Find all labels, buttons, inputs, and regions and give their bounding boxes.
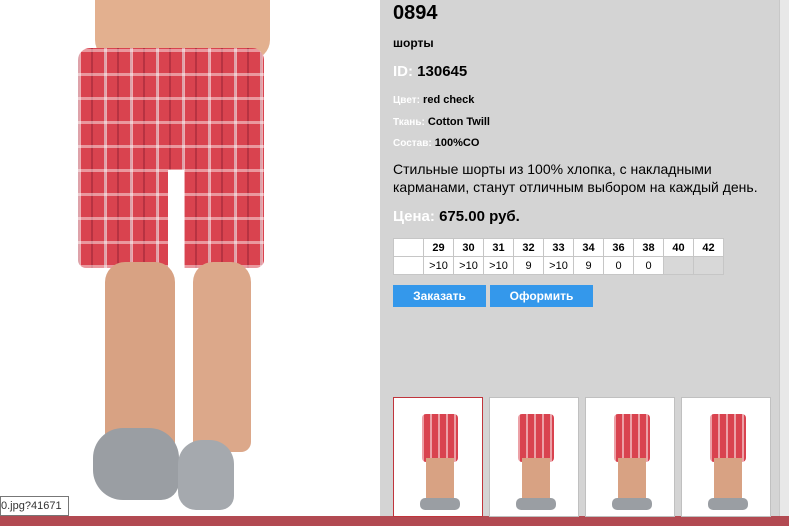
attr-fabric-value: Cotton Twill: [427, 116, 490, 128]
attr-fabric-label: Ткань:: [393, 117, 425, 128]
thumbnail-front[interactable]: [393, 397, 483, 517]
attr-color: Цвет: red check: [393, 94, 474, 106]
attr-composition-label: Состав:: [393, 138, 432, 149]
product-title: 0894: [393, 2, 438, 24]
stock-cell[interactable]: >10: [483, 256, 514, 275]
product-id-label: ID:: [393, 63, 413, 80]
product-id-value: 130645: [417, 63, 468, 80]
product-id: ID: 130645: [393, 63, 467, 80]
thumb-shorts: [518, 414, 554, 462]
stock-cell-unavailable: [693, 256, 724, 275]
thumb-legs: [522, 458, 550, 502]
thumbnail-front-2[interactable]: [585, 397, 675, 517]
stock-cell[interactable]: >10: [543, 256, 574, 275]
attr-fabric: Ткань: Cotton Twill: [393, 116, 490, 128]
size-header-cell: 34: [573, 238, 604, 257]
product-type: шорты: [393, 36, 434, 50]
bottom-strip: [0, 516, 789, 526]
thumb-shoes: [420, 498, 460, 510]
size-header-cell: 40: [663, 238, 694, 257]
thumb-legs: [426, 458, 454, 502]
stock-cell[interactable]: 0: [603, 256, 634, 275]
stock-cell-unavailable: [663, 256, 694, 275]
size-header-cell: 30: [453, 238, 484, 257]
thumb-shorts: [422, 414, 458, 462]
thumbnail-side[interactable]: [489, 397, 579, 517]
vertical-scrollbar[interactable]: [779, 0, 789, 516]
stock-cell[interactable]: >10: [423, 256, 454, 275]
leg-gap: [168, 170, 184, 270]
stock-cell[interactable]: 9: [573, 256, 604, 275]
thumb-legs: [618, 458, 646, 502]
image-url-tooltip: 0.jpg?41671: [0, 496, 69, 516]
attr-color-value: red check: [423, 94, 475, 106]
thumb-shorts: [614, 414, 650, 462]
thumbnail-side-2[interactable]: [681, 397, 771, 517]
product-price: Цена: 675.00 руб.: [393, 208, 520, 225]
stock-cell[interactable]: 9: [513, 256, 544, 275]
size-header-cell: 42: [693, 238, 724, 257]
thumb-shoes: [708, 498, 748, 510]
size-header-row: 29 30 31 32 33 34 36 38 40 42: [393, 238, 724, 257]
size-header-cell: 32: [513, 238, 544, 257]
thumb-shoes: [516, 498, 556, 510]
size-header-cell: 36: [603, 238, 634, 257]
left-sneaker: [93, 428, 179, 500]
stock-cell[interactable]: 0: [633, 256, 664, 275]
size-header-cell: 38: [633, 238, 664, 257]
stock-cell[interactable]: >10: [453, 256, 484, 275]
thumb-legs: [714, 458, 742, 502]
attr-composition: Состав: 100%CO: [393, 137, 479, 149]
right-sneaker: [178, 440, 234, 510]
size-header-cell: 33: [543, 238, 574, 257]
table-row-label-cell: [393, 256, 424, 275]
order-button[interactable]: Заказать: [393, 285, 486, 307]
price-value: 675.00 руб.: [439, 208, 520, 225]
thumb-shoes: [612, 498, 652, 510]
price-label: Цена:: [393, 208, 435, 225]
attr-composition-value: 100%CO: [434, 137, 480, 149]
product-description: Стильные шорты из 100% хлопка, с накладн…: [393, 161, 758, 195]
stock-row: >10 >10 >10 9 >10 9 0 0: [393, 256, 724, 275]
thumb-shorts: [710, 414, 746, 462]
product-main-image[interactable]: [0, 0, 380, 526]
attr-color-label: Цвет:: [393, 95, 420, 106]
size-header-cell: 31: [483, 238, 514, 257]
model-left-leg: [105, 262, 175, 452]
size-availability-table: 29 30 31 32 33 34 36 38 40 42 >10 >10 >1…: [393, 238, 724, 275]
checkout-button[interactable]: Оформить: [490, 285, 593, 307]
size-header-cell: 29: [423, 238, 454, 257]
table-corner-cell: [393, 238, 424, 257]
model-right-leg: [193, 262, 251, 452]
product-info-panel: 0894 шорты ID: 130645 Цвет: red check Тк…: [380, 0, 779, 517]
